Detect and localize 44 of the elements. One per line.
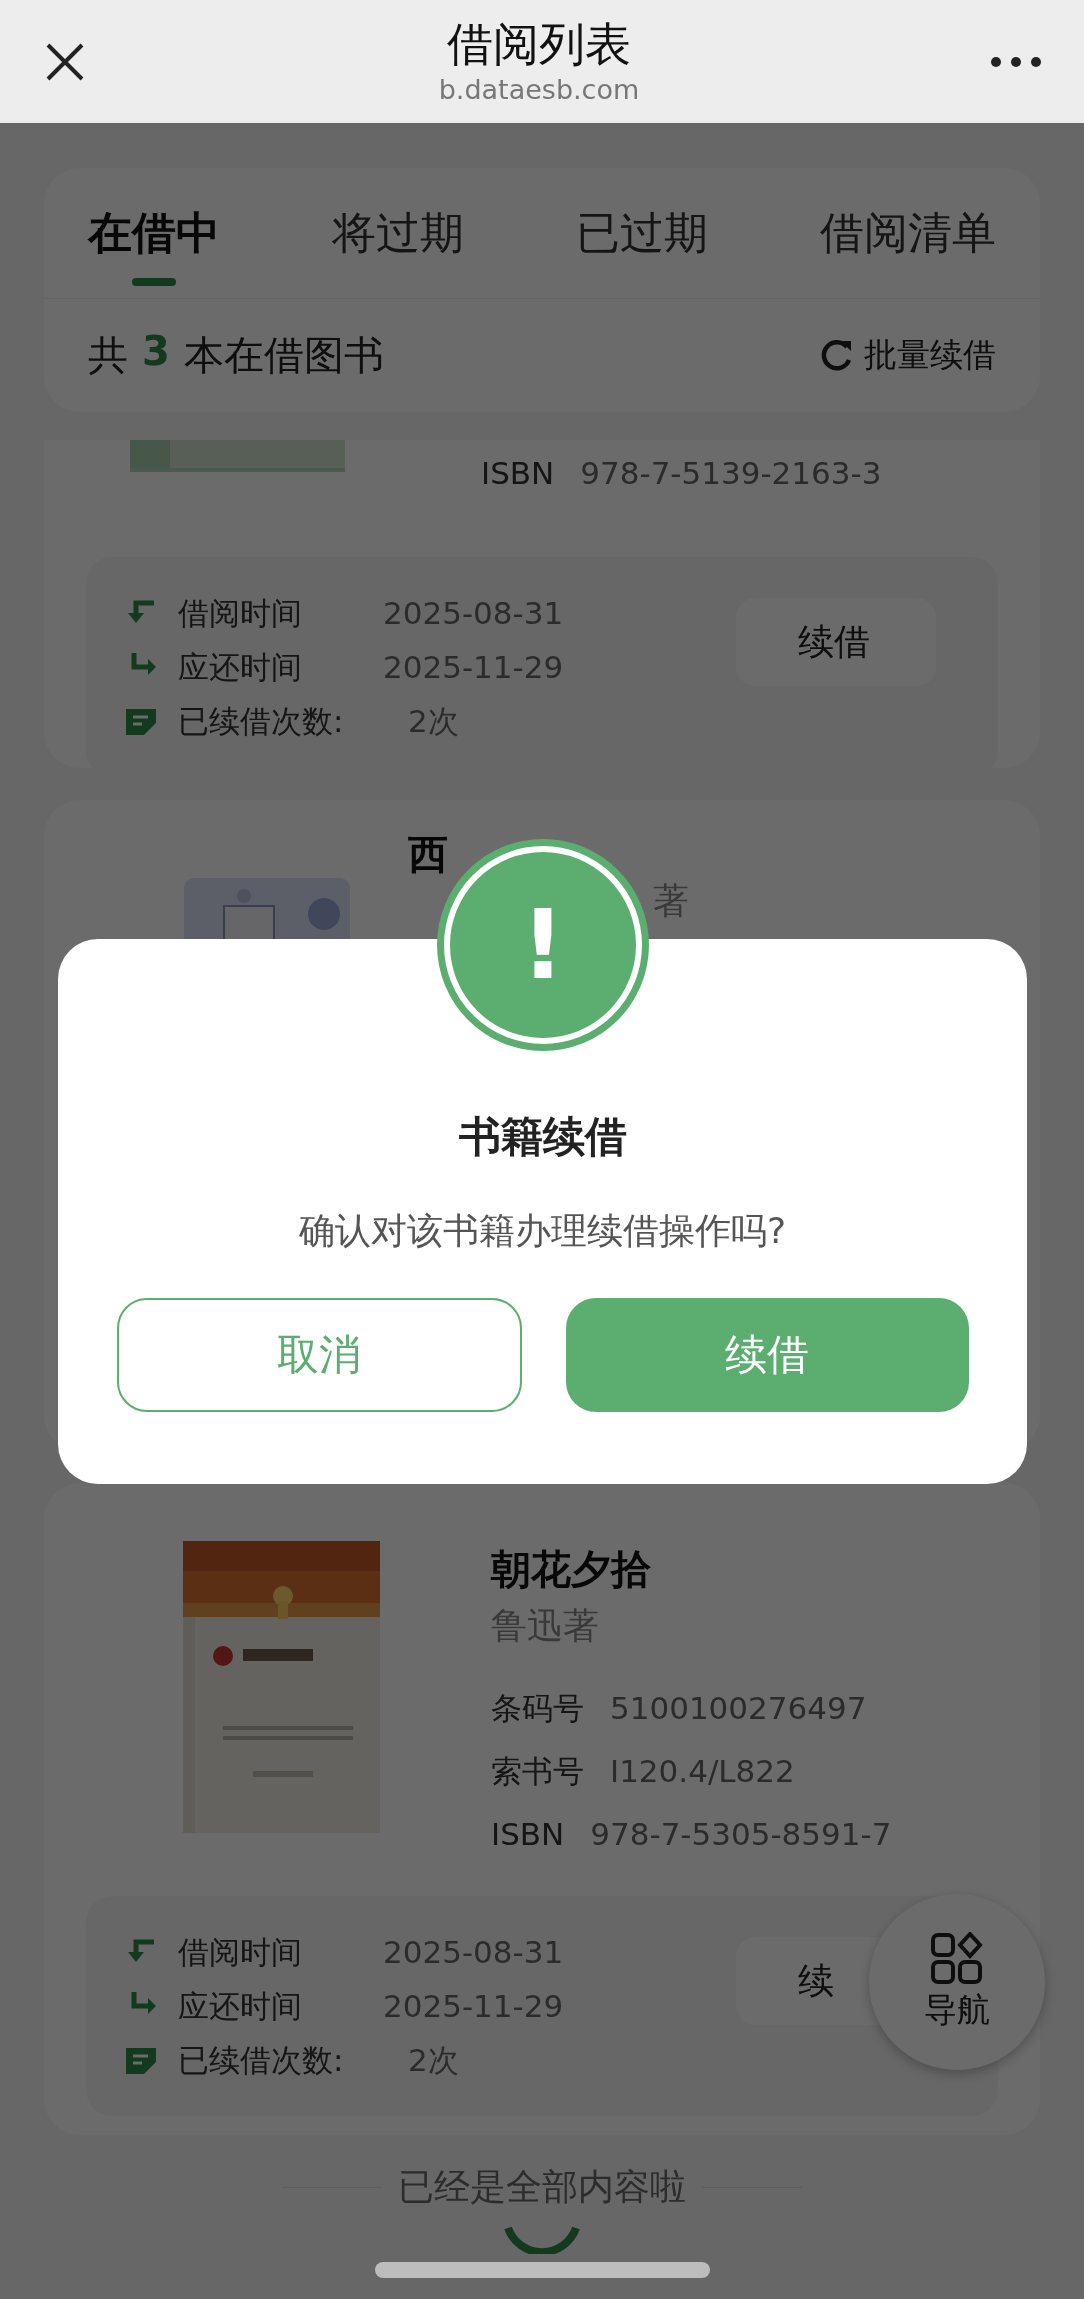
tab[interactable]: 借阅清单 [820,168,996,298]
field-label: ISBN [491,1815,565,1854]
field-label: 条码号 [491,1689,584,1728]
more-button[interactable] [990,55,1042,68]
loan-label: 借阅时间 [178,1933,303,1972]
count-label: 共 [88,330,128,380]
count-label: 本在借图书 [183,330,384,380]
book-count: 3 [142,327,170,376]
loan-value: 2次 [407,702,459,741]
loan-value: 2025-11-29 [383,1987,564,2026]
book-title: 西 [408,830,449,879]
cancel-button[interactable]: 取消 [116,1298,522,1412]
loan-label: 已续借次数: [178,2041,345,2080]
tab[interactable]: 已过期 [576,168,708,298]
exclamation-mark: ! [521,897,565,993]
tab[interactable]: 在借中 [88,168,220,298]
book-title: 朝花夕拾 [491,1545,652,1594]
tab[interactable]: 将过期 [332,168,464,298]
dialog-title: 书籍续借 [458,1111,627,1163]
renew-button[interactable]: 续借 [736,598,936,686]
loan-label: 应还时间 [178,1987,303,2026]
page-title: 借阅列表 [447,15,631,72]
loan-value: 2025-11-29 [383,648,564,687]
grid-icon [930,1931,984,1986]
field-value: 978-7-5139-2163-3 [580,454,882,493]
confirm-button[interactable]: 续借 [565,1298,969,1412]
loan-value: 2025-08-31 [383,1933,564,1972]
end-of-list-text: 已经是全部内容啦 [398,2165,686,2209]
field-value: 978-7-5305-8591-7 [590,1815,892,1854]
field-value: 5100100276497 [610,1689,867,1728]
more-icon [990,55,1042,68]
loan-value: 2次 [407,2041,459,2080]
refresh-icon [820,338,854,372]
dialog-message: 确认对该书籍办理续借操作吗? [298,1209,787,1253]
loan-value: 2025-08-31 [383,594,564,633]
loan-label: 已续借次数: [178,702,345,741]
field-value: I120.4/L822 [610,1752,795,1791]
loading-spinner-icon [504,2224,580,2254]
field-label: 索书号 [491,1752,584,1791]
loan-label: 借阅时间 [178,594,303,633]
field-label: ISBN [481,454,555,493]
batch-renew-button[interactable]: 批量续借 [820,332,996,378]
page-url: b.dataesb.com [438,72,640,107]
loan-label: 应还时间 [178,648,303,687]
